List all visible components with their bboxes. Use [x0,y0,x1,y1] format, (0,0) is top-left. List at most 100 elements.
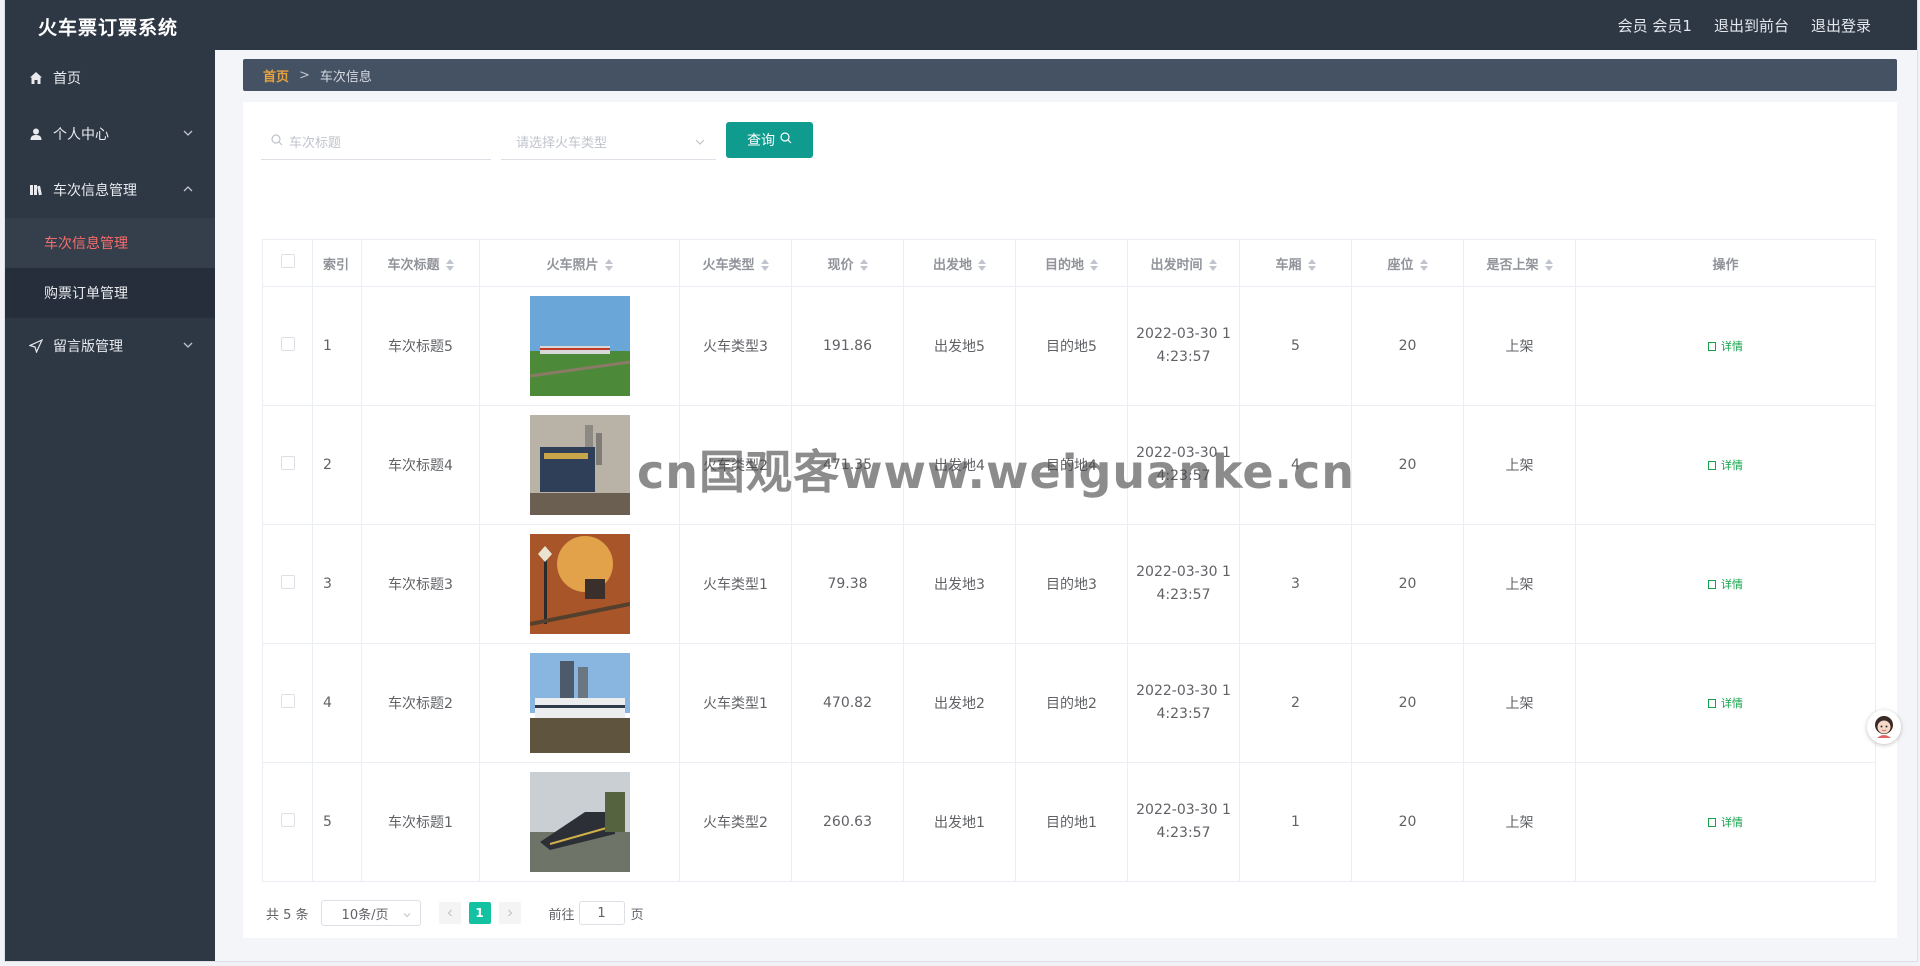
cell-shelf: 上架 [1463,405,1576,525]
detail-button[interactable]: 详情 [1708,816,1743,829]
pagination: 共 5 条 10条/页 1 前往 页 [266,899,644,927]
title-search-input[interactable]: 车次标题 [261,124,491,160]
header-carriage[interactable]: 车厢 [1239,239,1352,287]
cell-title: 车次标题3 [361,524,480,644]
time-line-1: 2022-03-30 1 [1136,802,1231,818]
select-all-checkbox[interactable] [280,254,295,268]
photo-highspeed-train[interactable] [529,772,630,872]
sort-icon[interactable] [760,259,769,271]
sort-icon[interactable] [1208,259,1217,271]
cell-shelf: 上架 [1463,643,1576,763]
header-type[interactable]: 火车类型 [679,239,792,287]
table-row[interactable]: 4 车次标题2 火车类型1 470.82 出发地2 目的地2 2022-03-30 1 4:2… [262,643,1876,763]
time-line-2: 4:23:57 [1156,825,1211,841]
detail-button[interactable]: 详情 [1708,697,1743,710]
cell-time: 2022-03-30 1 4:23:57 [1127,643,1240,763]
cell-index: 1 [312,286,362,406]
chevron-down-icon [181,338,195,352]
detail-label: 详情 [1721,816,1743,829]
photo-autumn-train[interactable] [529,534,630,634]
row-checkbox[interactable] [280,694,295,708]
detail-label: 详情 [1721,697,1743,710]
sort-icon[interactable] [1307,259,1316,271]
row-checkbox[interactable] [280,575,295,589]
photo-blue-sky-train[interactable] [529,296,630,396]
chevron-up-icon [181,182,195,196]
cell-price: 471.35 [791,405,904,525]
cell-carriage: 4 [1239,405,1352,525]
row-select-cell [262,405,313,525]
title-search-placeholder: 车次标题 [289,136,342,151]
content-panel: 车次标题 请选择火车类型 查询 索引 车次标题 火车照片 火车类型 现价 出发地… [243,102,1897,938]
sidebar-item-home[interactable]: 首页 [5,50,215,106]
sidebar-item-personal-center[interactable]: 个人中心 [5,106,215,162]
row-checkbox[interactable] [280,456,295,470]
logout-link[interactable]: 退出登录 [1811,15,1871,36]
cell-title: 车次标题5 [361,286,480,406]
assistant-avatar[interactable] [1867,710,1901,744]
time-line-2: 4:23:57 [1156,587,1211,603]
header-shelf[interactable]: 是否上架 [1463,239,1576,287]
train-type-select[interactable]: 请选择火车类型 [501,124,716,160]
page-suffix: 页 [630,907,644,923]
sort-icon[interactable] [859,259,868,271]
detail-button[interactable]: 详情 [1708,459,1743,472]
page-size-select[interactable]: 10条/页 [320,900,421,926]
cell-price: 260.63 [791,762,904,882]
photo-white-train-city[interactable] [529,653,630,753]
search-icon [780,132,792,148]
exit-to-front-link[interactable]: 退出到前台 [1714,15,1789,36]
sidebar-subitem-orders[interactable]: 购票订单管理 [5,268,215,318]
header-to[interactable]: 目的地 [1015,239,1128,287]
row-checkbox[interactable] [280,337,295,351]
send-icon [29,339,43,353]
header-from[interactable]: 出发地 [903,239,1016,287]
header-time[interactable]: 出发时间 [1127,239,1240,287]
sort-icon[interactable] [978,259,986,271]
sidebar-item-label: 首页 [53,71,81,87]
next-page-button[interactable] [498,902,521,924]
cell-price: 470.82 [791,643,904,763]
book-icon [29,183,43,197]
header-photo[interactable]: 火车照片 [479,239,680,287]
sort-icon[interactable] [445,259,454,271]
sort-icon[interactable] [1419,259,1428,271]
cell-price: 191.86 [791,286,904,406]
prev-page-button[interactable] [438,902,461,924]
sort-icon[interactable] [1090,259,1098,271]
header-label: 出发时间 [1150,257,1203,273]
detail-button[interactable]: 详情 [1708,578,1743,591]
query-button[interactable]: 查询 [726,122,813,158]
submenu-train: 车次信息管理 购票订单管理 [5,218,215,318]
header-label: 现价 [827,257,854,273]
sort-icon[interactable] [604,259,613,271]
detail-button[interactable]: 详情 [1708,340,1743,353]
header-title[interactable]: 车次标题 [361,239,480,287]
cell-seat: 20 [1351,643,1464,763]
table-row[interactable]: 1 车次标题5 火车类型3 191.86 出发地5 目的地5 2022-03-30 1 4:2… [262,286,1876,406]
photo-locomotive-city[interactable] [529,415,630,515]
table-row[interactable]: 2 车次标题4 火车类型2 471.35 出发地4 目的地4 2022-03-30 1 4:2… [262,405,1876,525]
time-line-2: 4:23:57 [1156,468,1211,484]
cell-type: 火车类型3 [679,286,792,406]
cell-time: 2022-03-30 1 4:23:57 [1127,286,1240,406]
cell-to: 目的地4 [1015,405,1128,525]
sidebar-item-message-board[interactable]: 留言版管理 [5,318,215,374]
select-all-cell [262,239,313,287]
table-row[interactable]: 5 车次标题1 火车类型2 260.63 出发地1 目的地1 2022-03-30 1 4:2… [262,762,1876,882]
table-row[interactable]: 3 车次标题3 火车类型1 79.38 出发地3 目的地3 2022-03-30 1 4:23… [262,524,1876,644]
cell-actions: 详情 [1575,405,1876,525]
page-number-button[interactable]: 1 [468,902,491,924]
cell-photo [479,405,680,525]
sort-icon[interactable] [1544,259,1553,271]
header-seat[interactable]: 座位 [1351,239,1464,287]
header-price[interactable]: 现价 [791,239,904,287]
cell-carriage: 1 [1239,762,1352,882]
document-icon [1708,699,1716,708]
goto-page-input[interactable] [578,901,625,925]
row-checkbox[interactable] [280,813,295,827]
sidebar-item-train-management[interactable]: 车次信息管理 [5,162,215,218]
time-line-2: 4:23:57 [1156,706,1211,722]
sidebar-subitem-train-info[interactable]: 车次信息管理 [5,218,215,268]
breadcrumb-home[interactable]: 首页 [263,66,289,85]
